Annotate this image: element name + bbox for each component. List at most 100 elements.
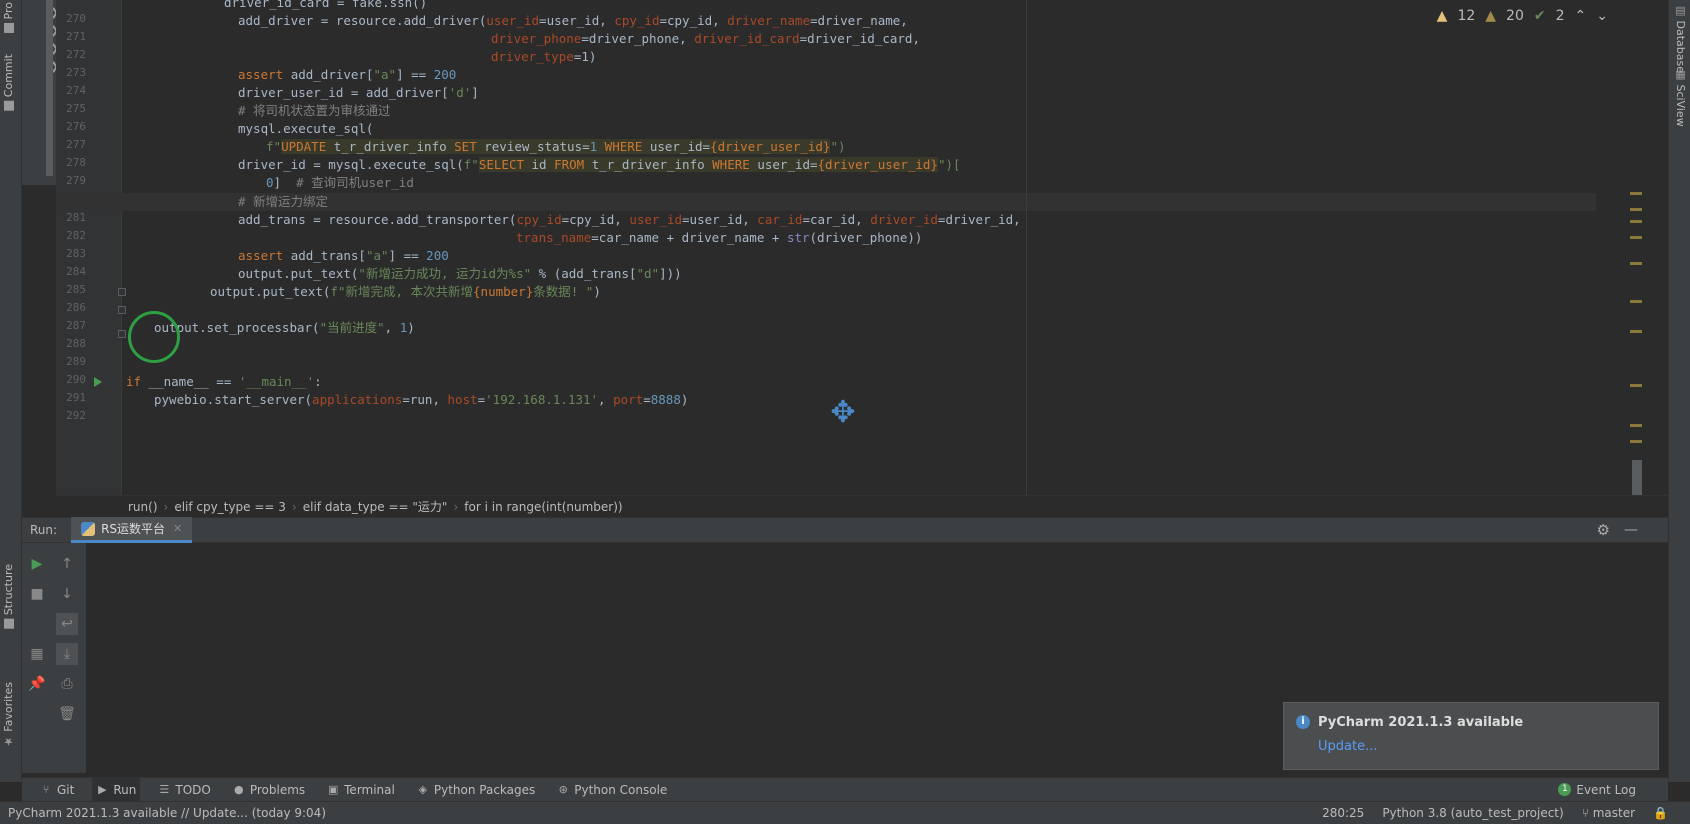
python-console-tool-button[interactable]: ⊛ Python Console bbox=[553, 778, 671, 802]
breadcrumb-item[interactable]: run() bbox=[128, 500, 158, 514]
code-text: driver_id = mysql.execute_sql( bbox=[238, 157, 464, 172]
branch-widget[interactable]: ⑂ master bbox=[1582, 806, 1635, 820]
code-text: 条数据! " bbox=[533, 284, 594, 299]
git-tool-button[interactable]: ⑂ Git bbox=[36, 778, 78, 802]
stripe-mark[interactable] bbox=[1630, 236, 1642, 239]
trash-icon[interactable]: 🗑 bbox=[56, 703, 78, 725]
code-text: =car_id, bbox=[802, 212, 871, 227]
stripe-mark[interactable] bbox=[1630, 384, 1642, 387]
code-area[interactable]: driver_id_card = fake.ssn() add_driver =… bbox=[126, 0, 1646, 495]
stripe-mark[interactable] bbox=[1630, 192, 1642, 195]
stripe-mark[interactable] bbox=[1630, 208, 1642, 211]
code-text: =1) bbox=[573, 49, 597, 64]
chevron-up-icon[interactable]: ⌃ bbox=[1575, 8, 1587, 24]
arrow-down-icon[interactable]: ↓ bbox=[56, 583, 78, 605]
pin-icon[interactable]: 📌 bbox=[26, 673, 48, 695]
weak-warning-count: 20 bbox=[1506, 8, 1524, 24]
scroll-to-end-icon[interactable]: ⤓ bbox=[56, 643, 78, 665]
code-text: , bbox=[384, 320, 400, 335]
code-text: applications bbox=[312, 392, 403, 407]
database-tab[interactable]: ▤ Database bbox=[1674, 4, 1687, 73]
breadcrumb-item[interactable]: elif data_type == "运力" bbox=[303, 498, 448, 515]
stripe-mark[interactable] bbox=[1630, 424, 1642, 427]
run-config-tab-label: RS运数平台 bbox=[101, 522, 166, 536]
cursor-position[interactable]: 280:25 bbox=[1322, 806, 1364, 820]
code-text: SELECT bbox=[478, 157, 524, 172]
minimize-icon[interactable]: — bbox=[1624, 522, 1638, 538]
package-icon: ◈ bbox=[418, 782, 428, 796]
code-text: output.put_text( bbox=[210, 284, 331, 299]
fold-marker[interactable] bbox=[118, 306, 126, 314]
favorites-tab[interactable]: ★ Favorites bbox=[2, 682, 15, 748]
code-text: t_r_driver_info bbox=[584, 157, 713, 172]
fold-marker[interactable] bbox=[118, 288, 126, 296]
print-icon[interactable]: ⎙ bbox=[56, 673, 78, 695]
run-tool-button[interactable]: ▶ Run bbox=[92, 777, 141, 802]
code-text: car_id bbox=[757, 212, 803, 227]
todo-tool-button[interactable]: ☰ TODO bbox=[154, 778, 214, 802]
line-number: 286 bbox=[66, 301, 86, 314]
commit-tab[interactable]: Commit bbox=[2, 54, 15, 115]
gear-icon[interactable]: ⚙ bbox=[1597, 521, 1610, 539]
code-text: add_trans[ bbox=[290, 248, 366, 263]
code-editor[interactable]: 270 271 272 273 274 275 276 277 278 279 … bbox=[56, 0, 1668, 495]
stripe-mark[interactable] bbox=[1630, 220, 1642, 223]
stripe-mark[interactable] bbox=[1630, 330, 1642, 333]
play-icon: ▶ bbox=[98, 782, 107, 796]
line-number: 275 bbox=[66, 102, 86, 115]
line-number: 276 bbox=[66, 120, 86, 133]
stripe-mark[interactable] bbox=[1630, 440, 1642, 443]
terminal-tool-label: Terminal bbox=[344, 782, 395, 797]
structure-tab[interactable]: Structure bbox=[2, 564, 15, 633]
interpreter-selector[interactable]: Python 3.8 (auto_test_project) bbox=[1382, 806, 1563, 820]
close-icon[interactable]: ✕ bbox=[173, 522, 182, 535]
run-config-tab[interactable]: RS运数平台 ✕ bbox=[71, 517, 193, 543]
code-text: =driver_name, bbox=[810, 13, 908, 28]
terminal-tool-button[interactable]: ▣ Terminal bbox=[323, 778, 399, 802]
run-gutter-icon[interactable] bbox=[94, 377, 102, 387]
rerun-icon[interactable]: ▶ bbox=[26, 553, 48, 575]
code-text: , bbox=[598, 392, 614, 407]
python-packages-tool-button[interactable]: ◈ Python Packages bbox=[413, 778, 539, 802]
problems-tool-button[interactable]: ● Problems bbox=[229, 778, 309, 802]
lock-icon[interactable]: 🔒 bbox=[1653, 806, 1668, 820]
soft-wrap-icon[interactable]: ↩ bbox=[56, 613, 78, 635]
breadcrumb-item[interactable]: for i in range(int(number)) bbox=[464, 500, 622, 514]
code-line: driver_phone=driver_phone, driver_id_car… bbox=[491, 30, 920, 48]
fold-marker[interactable] bbox=[118, 330, 126, 338]
project-tab[interactable]: Pro bbox=[2, 2, 15, 37]
code-text: ] bbox=[471, 85, 479, 100]
code-text: ) bbox=[680, 392, 689, 407]
event-log-button[interactable]: 1 Event Log bbox=[1558, 783, 1636, 797]
code-text: user_id= bbox=[749, 157, 818, 172]
sciview-tab-label: SciView bbox=[1674, 84, 1687, 127]
code-text: user_id bbox=[486, 13, 540, 28]
error-stripe[interactable] bbox=[1628, 0, 1642, 495]
arrow-up-icon[interactable]: ↑ bbox=[56, 553, 78, 575]
stripe-mark[interactable] bbox=[1630, 262, 1642, 265]
stop-icon[interactable]: ■ bbox=[26, 583, 48, 605]
project-scrollbar[interactable] bbox=[46, 0, 53, 176]
line-number: 273 bbox=[66, 66, 86, 79]
update-link[interactable]: Update... bbox=[1318, 739, 1377, 754]
info-icon: i bbox=[1296, 715, 1310, 729]
line-number: 287 bbox=[66, 319, 86, 332]
code-text: % (add_trans[ bbox=[531, 266, 637, 281]
chevron-down-icon[interactable]: ⌄ bbox=[1596, 8, 1608, 24]
code-text: 8888 bbox=[650, 392, 681, 407]
stripe-mark[interactable] bbox=[1630, 300, 1642, 303]
sciview-tab[interactable]: ▦ SciView bbox=[1674, 68, 1687, 127]
code-text: 200 bbox=[433, 67, 457, 82]
code-text: 200 bbox=[426, 248, 449, 263]
editor-scrollbar[interactable] bbox=[1632, 460, 1642, 495]
code-text: driver_name bbox=[727, 13, 810, 28]
code-text: =driver_phone, bbox=[581, 31, 695, 46]
inspection-widget[interactable]: ▲ 12 ▲ 20 ✔ 2 ⌃ ⌄ bbox=[1437, 8, 1608, 24]
code-text: '__main__' bbox=[238, 374, 315, 389]
breadcrumb-item[interactable]: elif cpy_type == 3 bbox=[174, 500, 286, 514]
status-message[interactable]: PyCharm 2021.1.3 available // Update... … bbox=[8, 806, 326, 820]
line-number: 281 bbox=[66, 211, 86, 224]
code-text: 'd' bbox=[448, 85, 472, 100]
code-text: f"新增完成, 本次共新增 bbox=[330, 284, 474, 299]
layout-icon[interactable]: ▦ bbox=[26, 643, 48, 665]
